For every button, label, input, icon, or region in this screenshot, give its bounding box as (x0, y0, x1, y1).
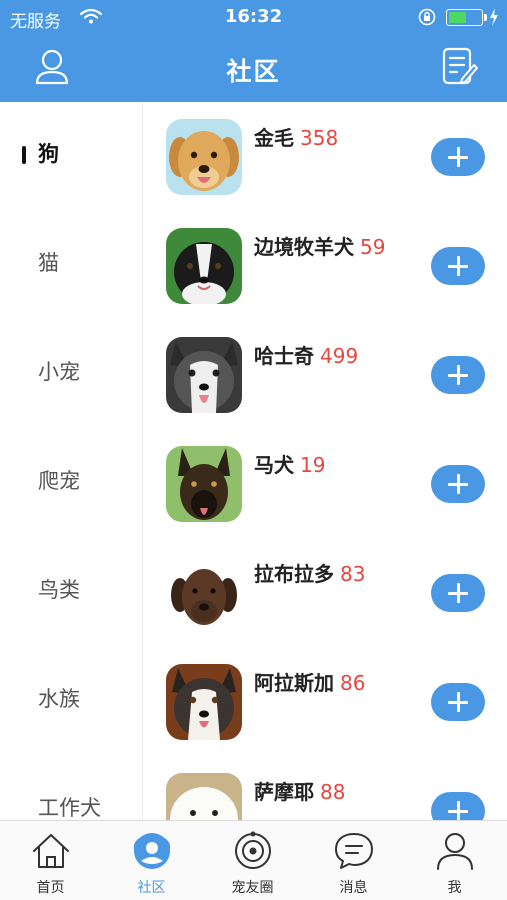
breed-count: 86 (340, 671, 366, 695)
battery-icon (446, 9, 483, 26)
tab-bar: 首页 社区 宠友圈 消息 我 (0, 820, 507, 900)
tab-label: 消息 (339, 880, 368, 896)
follow-add-button[interactable] (431, 792, 485, 820)
battery-level (449, 12, 466, 23)
breed-row[interactable]: 哈士奇 499 (143, 320, 507, 429)
breed-row[interactable]: 马犬 19 (143, 429, 507, 538)
follow-add-button[interactable] (431, 247, 485, 285)
tab-label: 宠友圈 (231, 880, 274, 896)
nav-header: 无服务 16:32 社区 (0, 0, 507, 102)
category-label: 狗 (38, 142, 59, 166)
profile-icon (437, 833, 473, 870)
breed-row[interactable]: 阿拉斯加 86 (143, 647, 507, 756)
breed-title: 边境牧羊犬 59 (254, 231, 385, 260)
husky-photo (166, 337, 242, 413)
golden-retriever-photo (166, 119, 242, 195)
rotation-lock-icon (418, 8, 436, 26)
community-icon (133, 833, 171, 869)
edit-note-icon (442, 47, 478, 85)
follow-add-button[interactable] (431, 683, 485, 721)
category-aquatic[interactable]: 水族 (0, 647, 142, 756)
breed-count: 499 (320, 344, 359, 368)
breed-row[interactable]: 金毛 358 (143, 102, 507, 211)
status-bar: 无服务 16:32 (0, 0, 507, 34)
category-label: 小宠 (38, 360, 80, 384)
breed-name: 萨摩耶 (254, 780, 314, 804)
category-working-dog[interactable]: 工作犬 (0, 756, 142, 820)
tab-me[interactable]: 我 (404, 821, 505, 900)
breed-count: 59 (360, 235, 386, 259)
breed-name: 哈士奇 (254, 344, 314, 368)
follow-add-button[interactable] (431, 574, 485, 612)
breed-title: 马犬 19 (254, 449, 325, 478)
tab-messages[interactable]: 消息 (303, 821, 404, 900)
battery-cap (484, 14, 487, 21)
breed-title: 哈士奇 499 (254, 340, 358, 369)
tab-home[interactable]: 首页 (0, 821, 101, 900)
category-bird[interactable]: 鸟类 (0, 538, 142, 647)
follow-add-button[interactable] (431, 138, 485, 176)
category-reptile[interactable]: 爬宠 (0, 429, 142, 538)
labrador-photo (166, 555, 242, 631)
breed-title: 萨摩耶 88 (254, 776, 345, 805)
compose-button[interactable] (440, 46, 480, 88)
category-label: 水族 (38, 687, 80, 711)
home-icon (33, 834, 69, 868)
breed-name: 拉布拉多 (254, 562, 334, 586)
page-title: 社区 (226, 57, 281, 86)
breed-title: 阿拉斯加 86 (254, 667, 365, 696)
breed-count: 83 (340, 562, 366, 586)
breed-count: 358 (300, 126, 339, 150)
breed-count: 88 (320, 780, 346, 804)
breed-row[interactable]: 边境牧羊犬 59 (143, 211, 507, 320)
tab-community[interactable]: 社区 (101, 821, 202, 900)
breed-name: 边境牧羊犬 (254, 235, 354, 259)
tab-label: 首页 (36, 880, 65, 896)
category-label: 鸟类 (38, 578, 80, 602)
malinois-photo (166, 446, 242, 522)
category-label: 工作犬 (38, 796, 101, 820)
follow-add-button[interactable] (431, 465, 485, 503)
border-collie-photo (166, 228, 242, 304)
breed-name: 马犬 (254, 453, 294, 477)
category-small-pet[interactable]: 小宠 (0, 320, 142, 429)
charging-bolt-icon (490, 8, 498, 26)
alaskan-malamute-photo (166, 664, 242, 740)
category-label: 爬宠 (38, 469, 80, 493)
breed-name: 阿拉斯加 (254, 671, 334, 695)
category-dog[interactable]: 狗 (0, 102, 142, 211)
pet-circle-icon (235, 831, 271, 869)
active-indicator (22, 146, 26, 164)
category-sidebar: 狗 猫 小宠 爬宠 鸟类 水族 工作犬 (0, 102, 143, 820)
breed-row[interactable]: 萨摩耶 88 (143, 756, 507, 820)
message-icon (335, 833, 373, 869)
breed-row[interactable]: 拉布拉多 83 (143, 538, 507, 647)
tab-label: 我 (447, 880, 462, 896)
follow-add-button[interactable] (431, 356, 485, 394)
tab-label: 社区 (137, 880, 166, 896)
breed-list: 金毛 358 边境牧羊犬 59 哈士奇 499 马犬 19 拉布拉多 83 阿拉… (143, 102, 507, 820)
breed-count: 19 (300, 453, 326, 477)
breed-title: 金毛 358 (254, 122, 338, 151)
category-cat[interactable]: 猫 (0, 211, 142, 320)
breed-name: 金毛 (254, 126, 294, 150)
samoyed-photo (166, 773, 242, 820)
tab-pet-circle[interactable]: 宠友圈 (202, 821, 303, 900)
category-label: 猫 (38, 251, 59, 275)
breed-title: 拉布拉多 83 (254, 558, 365, 587)
